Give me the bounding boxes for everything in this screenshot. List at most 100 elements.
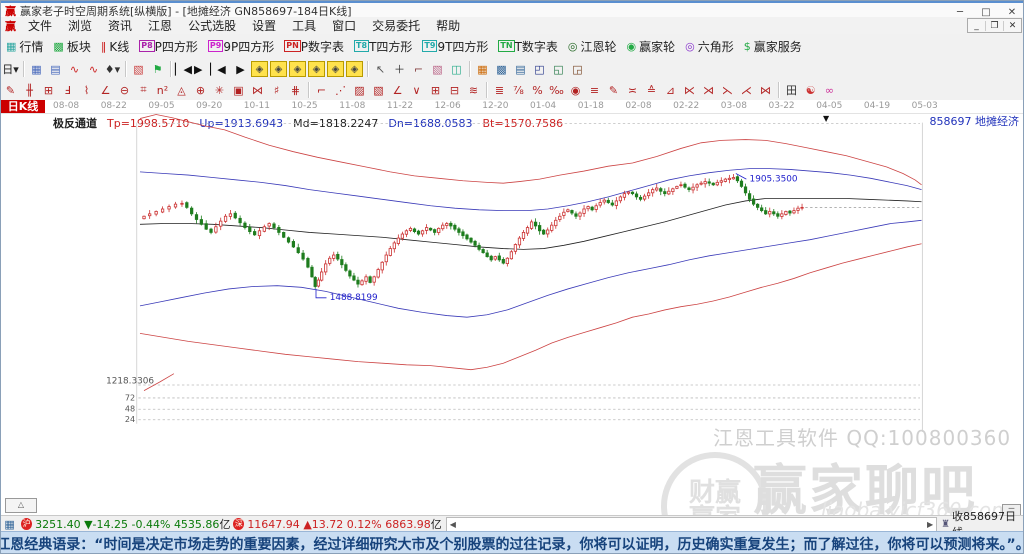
- board-view-icon[interactable]: ▦: [27, 60, 46, 78]
- diamond-expand-v[interactable]: ◈: [327, 61, 344, 77]
- percent-icon[interactable]: %: [528, 81, 547, 99]
- ratio-table-icon[interactable]: ≣: [490, 81, 509, 99]
- p-square-button[interactable]: P8 P四方形: [134, 36, 203, 56]
- measure-tool-icon[interactable]: ⌐: [312, 81, 331, 99]
- t-square-button[interactable]: T8 T四方形: [349, 36, 417, 56]
- last-bar-button[interactable]: ▶▕: [193, 60, 212, 78]
- gold-section-icon[interactable]: ≙: [642, 81, 661, 99]
- angle-tool-icon[interactable]: ∠: [96, 81, 115, 99]
- steep-angle-icon[interactable]: ⋋: [718, 81, 737, 99]
- gold-circle-icon[interactable]: ◉: [566, 81, 585, 99]
- n-square-icon[interactable]: n²: [153, 81, 172, 99]
- diamond-shrink-v[interactable]: ◈: [346, 61, 363, 77]
- menu-item-文件[interactable]: 文件: [20, 16, 60, 35]
- kd-overlay-icon[interactable]: ▧: [129, 60, 148, 78]
- volume-expand-button[interactable]: △: [5, 498, 37, 513]
- rise-angle-icon[interactable]: ⋊: [699, 81, 718, 99]
- diamond-zoom-out[interactable]: ◈: [270, 61, 287, 77]
- info-panel-icon[interactable]: ▤: [46, 60, 65, 78]
- fall-angle-icon[interactable]: ⋌: [737, 81, 756, 99]
- j-angle-icon[interactable]: ⊿: [661, 81, 680, 99]
- t-number-table-button[interactable]: TN T数字表: [493, 36, 563, 56]
- notes-icon[interactable]: ▤: [511, 60, 530, 78]
- winner-wheel-button[interactable]: ◉ 赢家轮: [622, 36, 681, 56]
- child-restore-button[interactable]: ❐: [985, 20, 1003, 31]
- calendar-icon[interactable]: ▦: [473, 60, 492, 78]
- flag-mark-icon[interactable]: ⚑: [148, 60, 167, 78]
- stamp-tool-icon[interactable]: ▧: [428, 60, 447, 78]
- key-tool-icon[interactable]: ⌐: [409, 60, 428, 78]
- menu-item-公式选股[interactable]: 公式选股: [180, 16, 244, 35]
- print-icon[interactable]: ◲: [568, 60, 587, 78]
- hexagon-button[interactable]: ◎ 六角形: [680, 36, 739, 56]
- target-circle-icon[interactable]: ⊕: [191, 81, 210, 99]
- time-hash-icon[interactable]: ⌗: [134, 81, 153, 99]
- parallel-lines-icon[interactable]: ╫: [20, 81, 39, 99]
- infinity-icon[interactable]: ∞: [820, 81, 839, 99]
- f-angle-icon[interactable]: ⋉: [680, 81, 699, 99]
- save-disk-icon[interactable]: ◰: [530, 60, 549, 78]
- hand-drag-icon[interactable]: ↖: [371, 60, 390, 78]
- star-cycle-icon[interactable]: ✳: [210, 81, 229, 99]
- export-icon[interactable]: ◱: [549, 60, 568, 78]
- price-grid-icon[interactable]: ⋕: [286, 81, 305, 99]
- scroll-left-arrow[interactable]: ◀: [447, 520, 459, 529]
- spiral-icon[interactable]: ⌇: [77, 81, 96, 99]
- check-wave-icon[interactable]: ∨: [407, 81, 426, 99]
- trend-wave2-icon[interactable]: ∿: [84, 60, 103, 78]
- angle-ray-icon[interactable]: ∠: [388, 81, 407, 99]
- grid-window-icon[interactable]: 田: [782, 81, 801, 99]
- dense-grid-icon[interactable]: ⊟: [445, 81, 464, 99]
- x-angle-icon[interactable]: ⋈: [756, 81, 775, 99]
- period-day-selector[interactable]: 日▾: [1, 60, 20, 78]
- gann-fan-icon[interactable]: Ⅎ: [58, 81, 77, 99]
- menu-item-交易委托[interactable]: 交易委托: [364, 16, 428, 35]
- candle-style-selector[interactable]: ♦▾: [103, 60, 122, 78]
- square-grid-icon[interactable]: ▣: [229, 81, 248, 99]
- grid-box-icon[interactable]: ⊞: [426, 81, 445, 99]
- ninet-square-button[interactable]: T9 9T四方形: [417, 36, 493, 56]
- kline-button[interactable]: ‖ K线: [96, 36, 134, 56]
- first-bar-button[interactable]: ▏◀: [174, 60, 193, 78]
- menu-item-资讯[interactable]: 资讯: [100, 16, 140, 35]
- gann-wheel-button[interactable]: ◎ 江恩轮: [563, 36, 622, 56]
- diamond-zoom-in[interactable]: ◈: [251, 61, 268, 77]
- gann-box-icon[interactable]: ⊞: [39, 81, 58, 99]
- fib-levels-icon[interactable]: ≍: [623, 81, 642, 99]
- wave-mark-icon[interactable]: ⋈: [248, 81, 267, 99]
- child-close-button[interactable]: ✕: [1003, 20, 1021, 31]
- horizontal-scrollbar[interactable]: ◀ ▶: [445, 516, 938, 532]
- shade-box-icon[interactable]: ▨: [350, 81, 369, 99]
- next-bar-button[interactable]: ▶: [231, 60, 250, 78]
- ninep-square-button[interactable]: P9 9P四方形: [203, 36, 279, 56]
- menu-item-帮助[interactable]: 帮助: [428, 16, 468, 35]
- taiji-icon[interactable]: ☯: [801, 81, 820, 99]
- menu-item-设置[interactable]: 设置: [244, 16, 284, 35]
- percent-zone-icon[interactable]: ⅞: [509, 81, 528, 99]
- prev-bar-button[interactable]: ◀: [212, 60, 231, 78]
- menu-item-浏览[interactable]: 浏览: [60, 16, 100, 35]
- cycle-circle-icon[interactable]: ⊖: [115, 81, 134, 99]
- trend-wave-icon[interactable]: ∿: [65, 60, 84, 78]
- calculator-icon[interactable]: ▩: [492, 60, 511, 78]
- menu-item-工具[interactable]: 工具: [284, 16, 324, 35]
- time-grid-icon[interactable]: ♯: [267, 81, 286, 99]
- child-minimize-button[interactable]: _: [968, 21, 985, 31]
- ink-marker-icon[interactable]: ✎: [604, 81, 623, 99]
- gold-line-icon[interactable]: ≡: [585, 81, 604, 99]
- diamond-shrink-h[interactable]: ◈: [308, 61, 325, 77]
- sectors-button[interactable]: ▩ 板块: [48, 36, 95, 56]
- cycle-tool-icon[interactable]: ◫: [447, 60, 466, 78]
- scroll-right-arrow[interactable]: ▶: [924, 520, 936, 529]
- rays-fan-icon[interactable]: ⋰: [331, 81, 350, 99]
- triangle-tool-icon[interactable]: ◬: [172, 81, 191, 99]
- crosshair-icon[interactable]: ＋: [390, 60, 409, 78]
- winner-service-button[interactable]: $ 赢家服务: [739, 36, 807, 56]
- pen-tool-icon[interactable]: ✎: [1, 81, 20, 99]
- p-number-table-button[interactable]: PN P数字表: [279, 36, 349, 56]
- diamond-expand-h[interactable]: ◈: [289, 61, 306, 77]
- menu-item-窗口[interactable]: 窗口: [324, 16, 364, 35]
- menu-item-江恩[interactable]: 江恩: [140, 16, 180, 35]
- percent-line-icon[interactable]: ‰: [547, 81, 566, 99]
- pattern-box-icon[interactable]: ▧: [369, 81, 388, 99]
